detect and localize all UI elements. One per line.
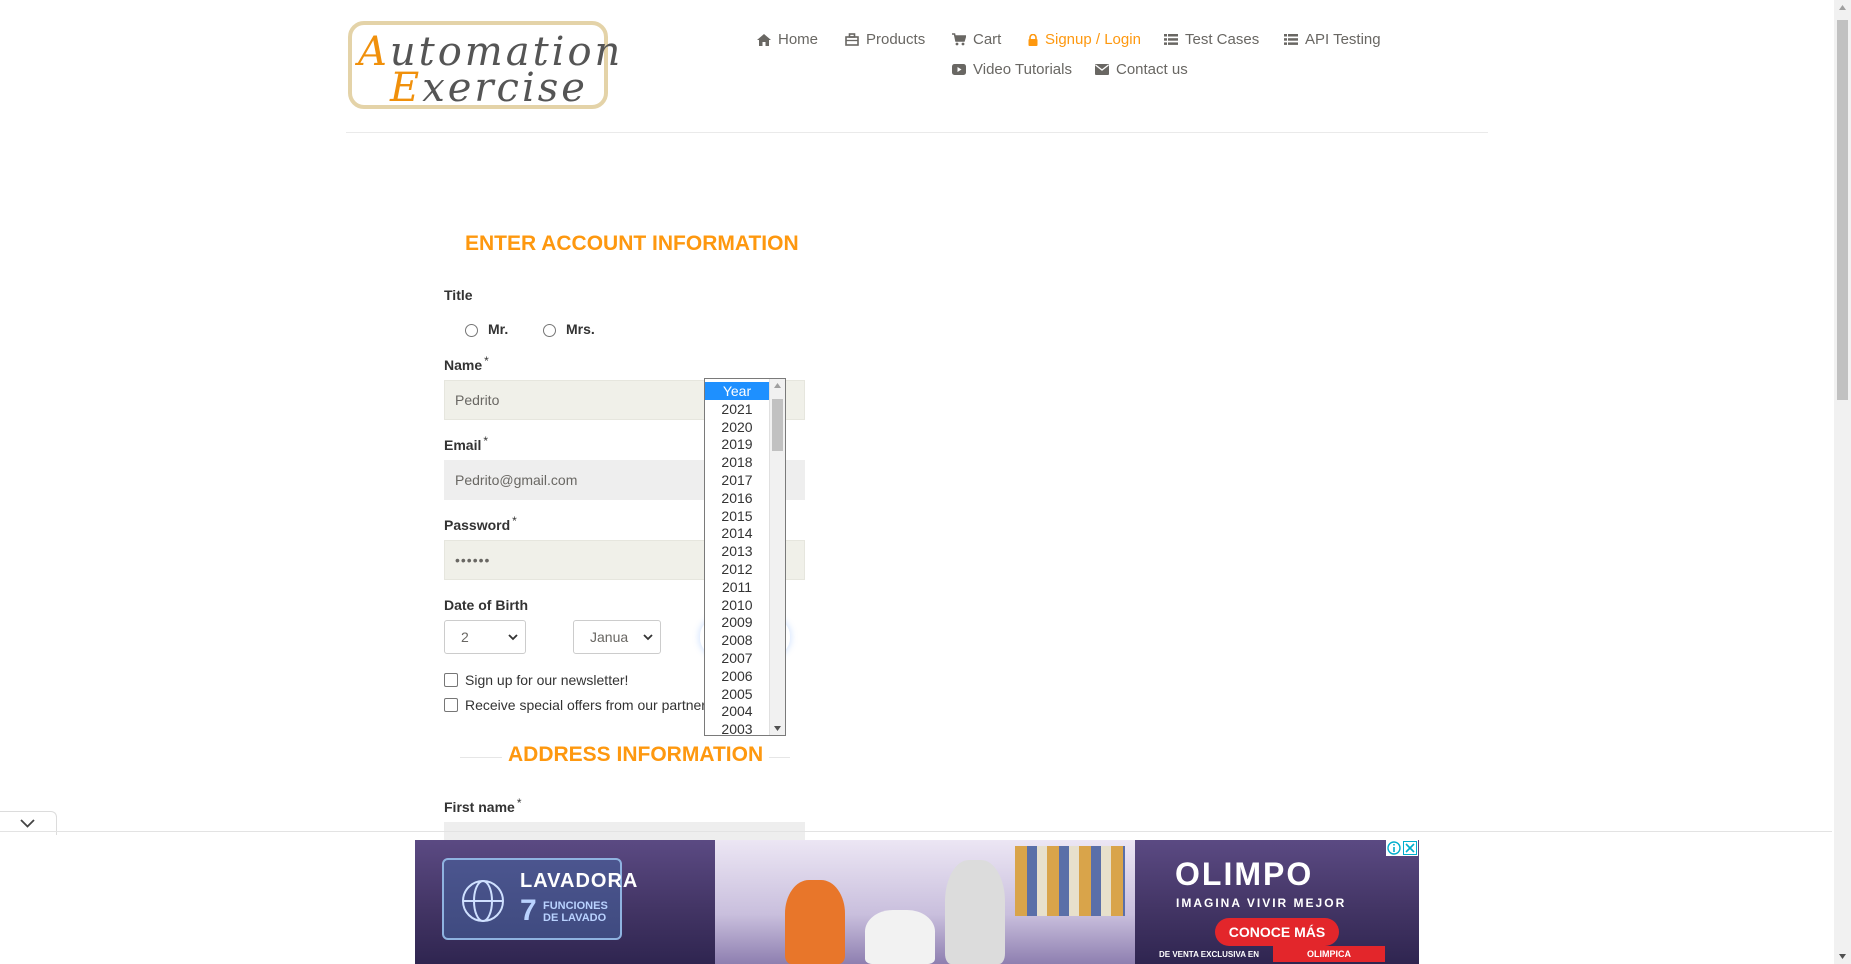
list-icon [1284, 34, 1298, 45]
youtube-icon [952, 64, 966, 75]
ad-brand: OLIMPO [1175, 856, 1314, 892]
scroll-down-arrow-icon[interactable] [1839, 954, 1846, 959]
logo-text-line-2: Exercise [390, 65, 588, 111]
nav-products[interactable]: Products [845, 31, 925, 48]
year-list-scroll-thumb[interactable] [772, 399, 783, 451]
title-mrs-radio[interactable] [543, 324, 556, 337]
nav-products-label: Products [866, 31, 926, 48]
products-icon [845, 33, 859, 46]
first-name-label: First name * [444, 796, 522, 815]
year-option[interactable]: Year [705, 382, 769, 400]
year-option[interactable]: 2003 [705, 720, 769, 735]
year-option[interactable]: 2019 [705, 435, 769, 453]
year-option[interactable]: 2020 [705, 418, 769, 436]
offers-label: Receive special offers from our partner [465, 697, 706, 713]
year-option[interactable]: 2017 [705, 471, 769, 489]
title-label: Title [444, 287, 473, 303]
year-dropdown-list[interactable]: Year 2021 2020 2019 2018 2017 2016 2015 2014 2013… [704, 378, 786, 736]
year-option[interactable]: 2013 [705, 542, 769, 560]
ad-controls [1386, 840, 1418, 856]
year-option[interactable]: 2008 [705, 631, 769, 649]
chevron-down-icon [508, 634, 518, 641]
home-icon [757, 33, 771, 46]
ad-footer-text: DE VENTA EXCLUSIVA EN [1159, 950, 1260, 959]
envelope-icon [1095, 64, 1109, 75]
dob-day-value: 2 [461, 629, 469, 645]
nav-contact-us-label: Contact us [1116, 61, 1188, 78]
nav-home-label: Home [778, 31, 819, 48]
nav-cart-label: Cart [973, 31, 1002, 48]
title-mrs-label: Mrs. [566, 321, 595, 337]
first-name-input[interactable] [444, 822, 805, 842]
ad-footer-brand: OLIMPICA [1273, 946, 1385, 962]
year-option[interactable]: 2011 [705, 578, 769, 596]
nav-api-testing-label: API Testing [1305, 31, 1381, 48]
ad-photo [715, 840, 1135, 964]
nav-api-testing[interactable]: API Testing [1284, 31, 1381, 48]
newsletter-label: Sign up for our newsletter! [465, 672, 629, 688]
site-logo[interactable]: Automation Exercise [348, 21, 620, 111]
header-divider [346, 132, 1488, 133]
offers-checkbox[interactable] [444, 698, 458, 712]
ad-info-icon[interactable] [1387, 841, 1401, 855]
year-list-scrollbar[interactable] [769, 379, 785, 735]
year-option[interactable]: 2014 [705, 524, 769, 542]
ad-box-subtitle: FUNCIONES DE LAVADO [543, 900, 608, 924]
year-option[interactable]: 2004 [705, 702, 769, 720]
nav-contact-us[interactable]: Contact us [1095, 61, 1188, 78]
year-option[interactable]: 2018 [705, 453, 769, 471]
dob-month-value: Janua [590, 629, 629, 645]
nav-home[interactable]: Home [757, 31, 818, 48]
name-label: Name * [444, 354, 489, 373]
nav-signup-login-label: Signup / Login [1045, 31, 1141, 48]
scroll-down-arrow-icon[interactable] [774, 726, 781, 731]
nav-video-tutorials-label: Video Tutorials [973, 61, 1072, 78]
year-option[interactable]: 2010 [705, 596, 769, 614]
year-option[interactable]: 2016 [705, 489, 769, 507]
year-option[interactable]: 2006 [705, 667, 769, 685]
year-option[interactable]: 2007 [705, 649, 769, 667]
ad-person-right [945, 860, 1005, 964]
account-info-heading: ENTER ACCOUNT INFORMATION [465, 232, 799, 255]
lock-icon [1028, 33, 1038, 46]
globe-icon [462, 880, 504, 922]
chevron-down-icon [643, 634, 653, 641]
address-info-heading: ADDRESS INFORMATION [502, 743, 770, 767]
scroll-up-arrow-icon[interactable] [1839, 5, 1846, 10]
page-scrollbar[interactable] [1834, 0, 1851, 964]
title-mr-radio[interactable] [465, 324, 478, 337]
year-option[interactable]: 2015 [705, 507, 769, 525]
ad-bar-divider [0, 831, 1832, 832]
page-scroll-thumb[interactable] [1837, 20, 1848, 400]
ad-cta-button[interactable]: CONOCE MÁS [1215, 918, 1339, 946]
nav-test-cases[interactable]: Test Cases [1164, 31, 1259, 48]
list-icon [1164, 34, 1178, 45]
nav-test-cases-label: Test Cases [1185, 31, 1260, 48]
title-mr-label: Mr. [488, 321, 509, 337]
newsletter-checkbox[interactable] [444, 673, 458, 687]
ad-box-title: LAVADORA [520, 870, 639, 892]
year-option[interactable]: 2009 [705, 613, 769, 631]
nav-cart[interactable]: Cart [952, 31, 1001, 48]
year-option[interactable]: 2005 [705, 685, 769, 703]
year-option[interactable]: 2021 [705, 400, 769, 418]
password-label: Password * [444, 514, 517, 533]
scroll-up-arrow-icon[interactable] [774, 383, 781, 388]
ad-person-left [785, 880, 845, 964]
year-option[interactable]: 2012 [705, 560, 769, 578]
dob-month-select[interactable]: Janua [573, 620, 661, 654]
chevron-down-icon [20, 819, 35, 828]
cart-icon [952, 33, 966, 46]
ad-tagline: IMAGINA VIVIR MEJOR [1176, 896, 1347, 910]
ad-washer [865, 910, 935, 964]
email-label: Email * [444, 434, 489, 453]
ad-box-number: 7 [520, 894, 537, 927]
ad-clothes-rack [1015, 846, 1125, 916]
nav-signup-login[interactable]: Signup / Login [1028, 31, 1141, 48]
ad-close-icon[interactable] [1403, 841, 1417, 855]
nav-video-tutorials[interactable]: Video Tutorials [952, 61, 1072, 78]
dob-label: Date of Birth [444, 597, 528, 613]
dob-day-select[interactable]: 2 [444, 620, 526, 654]
ad-banner[interactable]: LAVADORA 7 FUNCIONES DE LAVADO OLIMPO IM… [415, 840, 1419, 964]
